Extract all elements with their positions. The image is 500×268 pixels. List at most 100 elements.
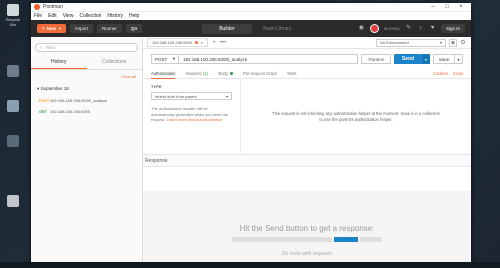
hit-send-message: Hit the Send button to get a response. (239, 224, 375, 233)
auth-type-column: TYPE Inherit auth from parent ▾ The auth… (143, 79, 241, 154)
desktop-icon-recycle-bin[interactable]: Recycle Bin (3, 4, 23, 27)
taskbar (0, 262, 500, 268)
more-tabs-icon[interactable]: ••• (220, 40, 226, 46)
environment-select[interactable]: No Environment ▾ (376, 38, 446, 47)
auth-type-select[interactable]: Inherit auth from parent ▾ (151, 92, 232, 100)
app-icon (7, 100, 19, 112)
menu-history[interactable]: History (107, 13, 123, 19)
maximize-icon[interactable]: □ (440, 4, 454, 10)
code-link[interactable]: Code (453, 71, 463, 76)
heart-icon[interactable]: ♥ (429, 25, 436, 32)
title-bar: Postman – □ × (31, 3, 471, 12)
save-button[interactable]: Save (433, 54, 455, 64)
menu-collection[interactable]: Collection (79, 13, 101, 19)
new-window-button[interactable]: ▤▾ (125, 24, 143, 33)
list-item[interactable]: GET 192.168.100.206:9200 (31, 106, 142, 117)
tab-body[interactable]: Body (218, 69, 233, 79)
capture-icon[interactable]: ◉ (358, 25, 365, 32)
new-button[interactable]: + New ▾ (37, 24, 67, 33)
import-button[interactable]: Import (70, 24, 93, 33)
headers-count: (1) (203, 71, 209, 76)
desktop-icon[interactable] (3, 100, 23, 113)
eye-icon[interactable]: ◉ (449, 38, 457, 47)
app-icon (7, 65, 19, 77)
app-icon (7, 195, 19, 207)
sync-status: IN SYNC (383, 26, 400, 31)
params-button[interactable]: Params (361, 54, 391, 64)
menu-view[interactable]: View (63, 13, 74, 19)
environment-value: No Environment (380, 40, 409, 45)
request-tab[interactable]: 192.168.100.206:9200 × (147, 38, 209, 47)
bell-icon[interactable]: ♪ (417, 25, 424, 32)
header-right: ◉ IN SYNC ✎ ♪ ♥ Sign In (358, 24, 465, 33)
tab-team-library[interactable]: Team Library (252, 24, 302, 34)
url-row: POST ▾ 192.168.100.206:9200/_analyze Par… (143, 49, 471, 69)
header-toolbar: + New ▾ Import Runner ▤▾ Builder Team Li… (31, 20, 471, 37)
cookies-link[interactable]: Cookies (433, 71, 448, 76)
list-item[interactable]: POST 192.168.100.206:9200/_analyze (31, 95, 142, 106)
desktop-icon[interactable] (3, 195, 23, 208)
menu-edit[interactable]: Edit (48, 13, 57, 19)
recycle-bin-icon (7, 4, 19, 16)
body-indicator-icon (229, 72, 233, 75)
placeholder-send-bar (334, 237, 358, 242)
tab-builder[interactable]: Builder (201, 23, 252, 34)
save-options-button[interactable]: ▾ (455, 54, 463, 64)
url-input[interactable]: 192.168.100.206:9200/_analyze (179, 54, 359, 64)
request-tab-label: 192.168.100.206:9200 (152, 40, 193, 45)
desktop-icon-label: Recycle Bin (5, 17, 21, 27)
desktop-icon[interactable] (3, 135, 23, 148)
method-select[interactable]: POST ▾ (151, 54, 179, 64)
tab-history[interactable]: History (31, 56, 87, 69)
new-label: New (46, 26, 56, 31)
tab-pre-request-script[interactable]: Pre-request Script (243, 69, 277, 79)
tab-label: Authorization (151, 70, 176, 76)
request-sub-tabs: Authorization Headers (1) Body Pre-reques… (143, 69, 471, 79)
auth-message: This request is not inheriting any autho… (272, 110, 440, 122)
search-icon: ⌕ (40, 45, 43, 50)
close-tab-icon[interactable]: × (201, 40, 203, 45)
filter-input[interactable]: ⌕ Filter (35, 43, 138, 52)
response-label: Response (145, 157, 168, 164)
tab-authorization[interactable]: Authorization (151, 69, 176, 79)
method-value: POST (155, 56, 168, 62)
minimize-icon[interactable]: – (426, 4, 440, 10)
tab-headers[interactable]: Headers (1) (185, 69, 208, 79)
new-tab-icon[interactable]: + (212, 40, 216, 46)
send-button[interactable]: Send (394, 54, 422, 64)
window-title: Postman (43, 4, 63, 10)
close-icon[interactable]: × (454, 4, 468, 10)
chevron-down-icon: ▾ (172, 56, 175, 61)
send-options-button[interactable]: ▾ (422, 54, 430, 64)
learn-more-link[interactable]: Learn more about authorization (167, 117, 223, 122)
auth-type-value: Inherit auth from parent (155, 93, 197, 99)
clear-all-link[interactable]: Clear all (31, 70, 142, 83)
view-switcher: Builder Team Library (146, 23, 358, 34)
chevron-down-icon: ▾ (58, 25, 62, 31)
chevron-down-icon: ▾ (37, 86, 40, 91)
desktop-icon[interactable] (3, 65, 23, 78)
menu-file[interactable]: File (34, 13, 42, 19)
sidebar: ⌕ Filter History Collections Clear all ▾… (31, 37, 143, 268)
history-day-group[interactable]: ▾ September 18 (31, 83, 142, 95)
gear-icon[interactable]: ⚙ (459, 39, 467, 47)
runner-button[interactable]: Runner (96, 24, 122, 33)
menu-bar: File Edit View Collection History Help (31, 12, 471, 20)
unsaved-dot-icon (195, 41, 199, 44)
chevron-down-icon: ▾ (457, 56, 460, 62)
tab-label: Body (218, 71, 228, 76)
history-url: 192.168.100.206:9200 (50, 109, 91, 114)
tab-label: Tests (286, 71, 297, 76)
placeholder-bar (360, 237, 382, 242)
sign-in-button[interactable]: Sign In (440, 24, 465, 33)
tab-tests[interactable]: Tests (287, 69, 297, 79)
tab-collections[interactable]: Collections (87, 56, 143, 69)
request-tabs-bar: 192.168.100.206:9200 × + ••• No Environm… (143, 37, 471, 49)
menu-help[interactable]: Help (129, 13, 139, 19)
avatar[interactable] (369, 24, 379, 33)
wrench-icon[interactable]: ✎ (405, 25, 412, 32)
chevron-down-icon: ▾ (225, 93, 228, 99)
filter-placeholder: Filter (45, 45, 56, 50)
plus-icon: + (42, 26, 45, 31)
history-url: 192.168.100.206:9200/_analyze (50, 98, 108, 103)
